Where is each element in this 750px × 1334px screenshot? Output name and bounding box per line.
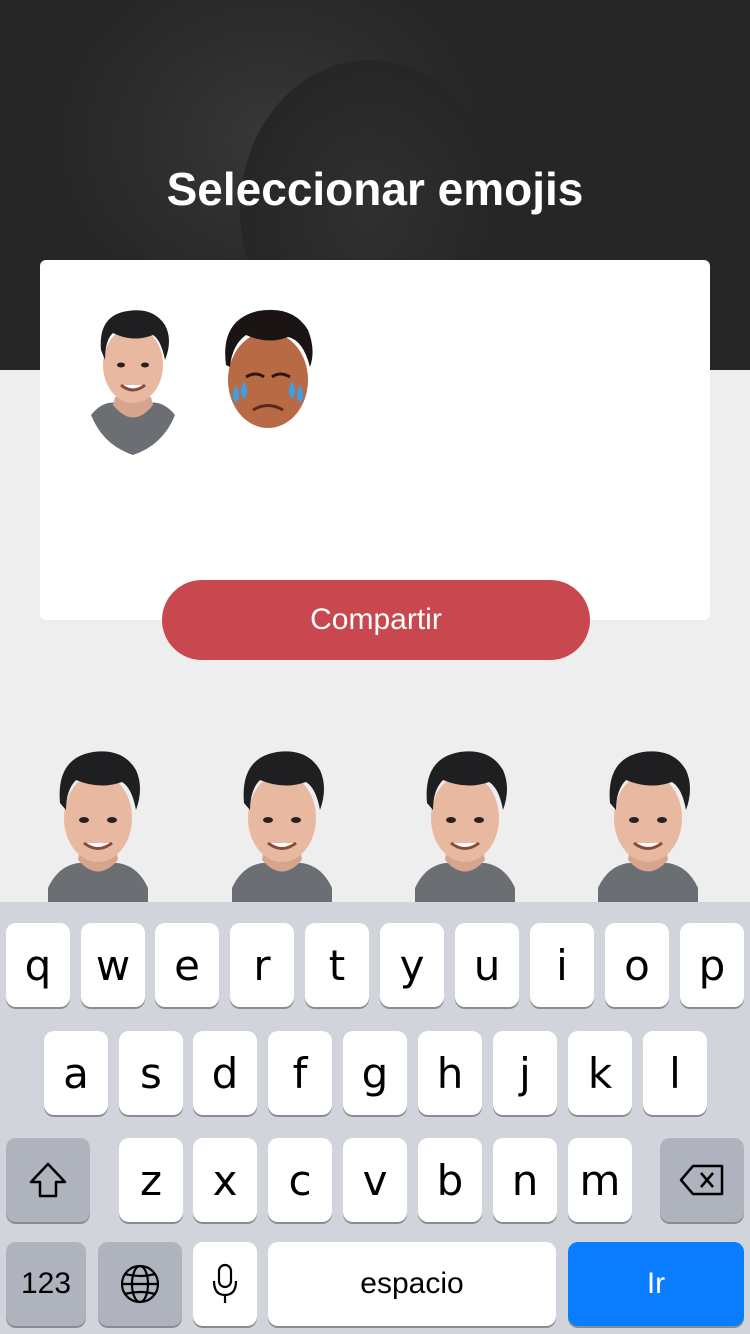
numbers-key[interactable]: 123 <box>6 1242 86 1326</box>
key-t[interactable]: t <box>305 923 369 1007</box>
key-b[interactable]: b <box>418 1138 482 1222</box>
key-q[interactable]: q <box>6 923 70 1007</box>
backspace-icon <box>679 1164 724 1196</box>
keyboard: q w e r t y u i o p a s d f g h j k l z … <box>0 902 750 1334</box>
microphone-icon <box>212 1263 238 1303</box>
key-w[interactable]: w <box>81 923 145 1007</box>
go-key[interactable]: Ir <box>568 1242 744 1326</box>
key-g[interactable]: g <box>343 1031 407 1115</box>
emoji-option-3[interactable] <box>415 748 515 902</box>
selected-emoji-smiling-man[interactable] <box>83 305 183 455</box>
key-z[interactable]: z <box>119 1138 183 1222</box>
globe-key[interactable] <box>98 1242 182 1326</box>
key-j[interactable]: j <box>493 1031 557 1115</box>
key-s[interactable]: s <box>119 1031 183 1115</box>
key-a[interactable]: a <box>44 1031 108 1115</box>
shift-icon <box>29 1162 67 1198</box>
selected-emojis-card <box>40 260 710 620</box>
key-x[interactable]: x <box>193 1138 257 1222</box>
delete-key[interactable] <box>660 1138 744 1222</box>
key-k[interactable]: k <box>568 1031 632 1115</box>
globe-icon <box>120 1264 160 1304</box>
microphone-key[interactable] <box>193 1242 257 1326</box>
space-key[interactable]: espacio <box>268 1242 556 1326</box>
shift-key[interactable] <box>6 1138 90 1222</box>
key-p[interactable]: p <box>680 923 744 1007</box>
key-i[interactable]: i <box>530 923 594 1007</box>
share-button[interactable]: Compartir <box>162 580 590 660</box>
key-v[interactable]: v <box>343 1138 407 1222</box>
key-h[interactable]: h <box>418 1031 482 1115</box>
key-y[interactable]: y <box>380 923 444 1007</box>
key-m[interactable]: m <box>568 1138 632 1222</box>
key-e[interactable]: e <box>155 923 219 1007</box>
key-u[interactable]: u <box>455 923 519 1007</box>
page-title: Seleccionar emojis <box>166 163 584 215</box>
key-n[interactable]: n <box>493 1138 557 1222</box>
key-o[interactable]: o <box>605 923 669 1007</box>
emoji-option-4[interactable] <box>598 748 698 902</box>
key-f[interactable]: f <box>268 1031 332 1115</box>
emoji-option-2[interactable] <box>232 748 332 902</box>
key-l[interactable]: l <box>643 1031 707 1115</box>
emoji-option-1[interactable] <box>48 748 148 902</box>
key-c[interactable]: c <box>268 1138 332 1222</box>
selected-emoji-crying-man[interactable] <box>218 305 318 455</box>
emoji-picker-row <box>0 748 750 902</box>
key-d[interactable]: d <box>193 1031 257 1115</box>
key-r[interactable]: r <box>230 923 294 1007</box>
